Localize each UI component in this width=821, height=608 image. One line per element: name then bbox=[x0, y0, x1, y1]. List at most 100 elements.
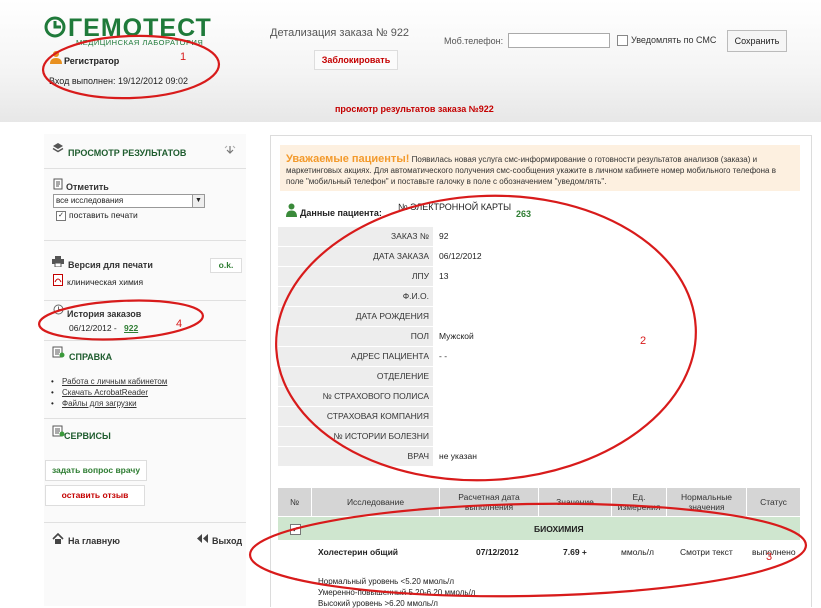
save-button[interactable]: Сохранить bbox=[727, 30, 787, 52]
results-table-header: № Исследование Расчетная дата выполнения… bbox=[278, 488, 800, 516]
mark-label: Отметить bbox=[66, 182, 109, 192]
divider bbox=[44, 522, 246, 523]
patient-row-label: ЗАКАЗ № bbox=[278, 227, 433, 246]
patient-row: ВРАЧ не указан bbox=[278, 447, 800, 467]
col-number: № bbox=[278, 488, 312, 516]
patient-row: № ИСТОРИИ БОЛЕЗНИ bbox=[278, 427, 800, 447]
patient-row-label: № ИСТОРИИ БОЛЕЗНИ bbox=[278, 427, 433, 446]
patient-row: ОТДЕЛЕНИЕ bbox=[278, 367, 800, 387]
study-value: 7.69 + bbox=[563, 547, 587, 557]
patient-row-label: ПОЛ bbox=[278, 327, 433, 346]
patient-row-label: № СТРАХОВОГО ПОЛИСА bbox=[278, 387, 433, 406]
print-stamp-label: поставить печати bbox=[69, 210, 138, 220]
col-study: Исследование bbox=[312, 488, 440, 516]
divider bbox=[44, 168, 246, 169]
patient-row-value: 06/12/2012 bbox=[435, 247, 800, 266]
patient-row-label: ЛПУ bbox=[278, 267, 433, 286]
norm-line: Умеренно-повышенный 5.20-6.20 ммоль/л bbox=[318, 588, 476, 597]
block-button[interactable]: Заблокировать bbox=[314, 50, 398, 70]
patient-row: АДРЕС ПАЦИЕНТА - - bbox=[278, 347, 800, 367]
patient-data-label: Данные пациента: bbox=[300, 208, 382, 218]
patient-row-value bbox=[435, 287, 800, 306]
layers-icon bbox=[52, 143, 64, 153]
group-name: БИОХИМИЯ bbox=[534, 524, 584, 534]
phone-input[interactable] bbox=[508, 33, 610, 48]
card-number-label: № ЭЛЕКТРОННОЙ КАРТЫ bbox=[398, 202, 512, 212]
notice-text: Уважаемые пациенты! Появилась новая услу… bbox=[286, 154, 794, 187]
col-value: Значение bbox=[539, 488, 612, 516]
pdf-icon bbox=[53, 274, 63, 286]
col-unit: Ед. измерения bbox=[612, 488, 667, 516]
patient-row-value: 13 bbox=[435, 267, 800, 286]
logo-icon bbox=[44, 16, 66, 38]
sms-label: Уведомлять по СМС bbox=[631, 35, 717, 45]
sms-checkbox[interactable] bbox=[617, 35, 628, 46]
patient-row: Ф.И.О. bbox=[278, 287, 800, 307]
notice-title: Уважаемые пациенты! bbox=[286, 153, 410, 165]
patient-row-label: СТРАХОВАЯ КОМПАНИЯ bbox=[278, 407, 433, 426]
ask-doctor-button[interactable]: задать вопрос врачу bbox=[45, 460, 147, 481]
results-section-title: ПРОСМОТР РЕЗУЛЬТАТОВ bbox=[68, 148, 187, 158]
card-number-value: 263 bbox=[516, 209, 532, 219]
phone-label: Моб.телефон: bbox=[444, 36, 504, 46]
patient-row-value bbox=[435, 407, 800, 426]
patient-row: ДАТА РОЖДЕНИЯ bbox=[278, 307, 800, 327]
history-order-link[interactable]: 922 bbox=[124, 323, 138, 333]
leave-review-button[interactable]: оставить отзыв bbox=[45, 485, 145, 506]
home-icon bbox=[52, 533, 64, 544]
help-link-bullet: • bbox=[51, 399, 54, 408]
user-icon bbox=[50, 51, 62, 64]
user-role: Регистратор bbox=[64, 56, 120, 66]
patient-row-label: ДАТА РОЖДЕНИЯ bbox=[278, 307, 433, 326]
patient-row: ПОЛ Мужской bbox=[278, 327, 800, 347]
divider bbox=[44, 418, 246, 419]
patient-row-value: - - bbox=[435, 347, 800, 366]
patient-row-value: 92 bbox=[435, 227, 800, 246]
help-link-acrobat[interactable]: Скачать AcrobatReader bbox=[62, 388, 148, 397]
help-link-downloads[interactable]: Файлы для загрузки bbox=[62, 399, 137, 408]
patient-row: ЛПУ 13 bbox=[278, 267, 800, 287]
home-link[interactable]: На главную bbox=[68, 536, 120, 546]
norm-line: Нормальный уровень <5.20 ммоль/л bbox=[318, 577, 455, 586]
divider bbox=[44, 240, 246, 241]
printer-icon bbox=[52, 256, 64, 267]
double-arrow-left-icon bbox=[197, 534, 208, 543]
ok-button[interactable]: o.k. bbox=[210, 258, 242, 273]
document-icon bbox=[53, 178, 63, 190]
clinical-chemistry-link[interactable]: клиническая химия bbox=[67, 277, 143, 287]
patient-row-value bbox=[435, 367, 800, 386]
results-banner: просмотр результатов заказа №922 bbox=[335, 104, 494, 114]
arrow-down-icon[interactable] bbox=[224, 144, 236, 156]
patient-row-value: Мужской bbox=[435, 327, 800, 346]
patient-row: СТРАХОВАЯ КОМПАНИЯ bbox=[278, 407, 800, 427]
order-title: Детализация заказа № 922 bbox=[270, 27, 410, 39]
clock-icon bbox=[53, 304, 64, 315]
group-checkbox[interactable]: ✓ bbox=[290, 524, 301, 535]
study-name: Холестерин общий bbox=[318, 547, 399, 557]
chevron-down-icon: ▼ bbox=[192, 195, 204, 207]
clipboard-icon bbox=[52, 346, 65, 358]
patient-row-label: ВРАЧ bbox=[278, 447, 433, 466]
studies-select[interactable]: все исследования ▼ bbox=[53, 194, 205, 208]
patient-row: ДАТА ЗАКАЗА 06/12/2012 bbox=[278, 247, 800, 267]
exit-link[interactable]: Выход bbox=[212, 536, 242, 546]
divider bbox=[44, 340, 246, 341]
order-history-title: История заказов bbox=[67, 309, 142, 319]
help-link-cabinet[interactable]: Работа с личным кабинетом bbox=[62, 377, 167, 386]
print-stamp-checkbox[interactable]: ✓ bbox=[56, 211, 66, 221]
patient-row-value bbox=[435, 307, 800, 326]
col-due-date: Расчетная дата выполнения bbox=[440, 488, 539, 516]
patient-icon bbox=[286, 203, 297, 217]
norm-bullet: • bbox=[295, 575, 298, 584]
study-date: 07/12/2012 bbox=[476, 547, 519, 557]
history-date: 06/12/2012 - bbox=[69, 323, 117, 333]
patient-row-value bbox=[435, 387, 800, 406]
patient-row: ЗАКАЗ № 92 bbox=[278, 227, 800, 247]
col-normal-values: Нормальные значения bbox=[667, 488, 747, 516]
patient-row-label: АДРЕС ПАЦИЕНТА bbox=[278, 347, 433, 366]
study-unit: ммоль/л bbox=[621, 547, 654, 557]
services-title: СЕРВИСЫ bbox=[64, 431, 111, 441]
patient-row-label: ДАТА ЗАКАЗА bbox=[278, 247, 433, 266]
norm-line: Высокий уровень >6.20 ммоль/л bbox=[318, 599, 438, 608]
print-version-link[interactable]: Версия для печати bbox=[68, 260, 153, 270]
